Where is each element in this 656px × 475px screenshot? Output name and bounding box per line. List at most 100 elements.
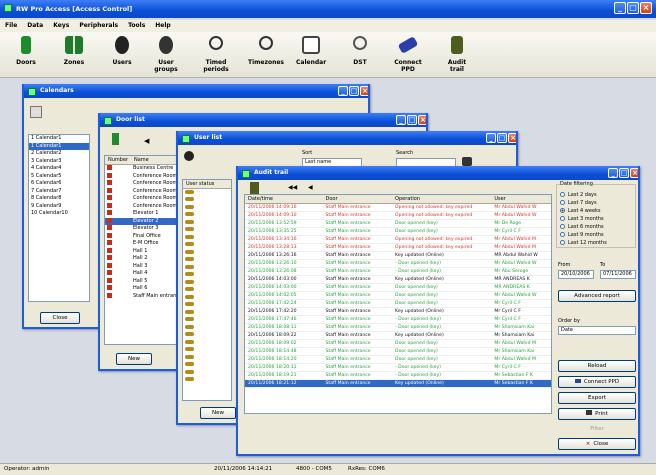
user-row[interactable] <box>183 219 231 227</box>
print-button[interactable]: Print <box>558 408 636 420</box>
audit-row[interactable]: 20/11/2006 14:09:10 Staff Main entrance Op… <box>245 212 551 220</box>
user-row[interactable] <box>183 339 231 347</box>
user-row[interactable] <box>183 212 231 220</box>
user-row[interactable] <box>183 377 231 385</box>
toolbar-audit-trail-button[interactable]: Audit trail <box>440 36 474 73</box>
user-list-maximize-button[interactable]: □ <box>497 133 507 143</box>
door-row[interactable]: Conference Room <box>105 180 177 188</box>
radio-button-icon[interactable] <box>560 200 565 205</box>
door-row[interactable]: Elevator 3 <box>105 225 177 233</box>
to-date-field[interactable]: 07/11/2006 <box>600 270 636 279</box>
user-row[interactable] <box>183 362 231 370</box>
calendar-item[interactable]: 8 Calendar8 <box>29 195 89 203</box>
audit-row[interactable]: 20/11/2006 18:21:12 Staff Main entrance Ke… <box>245 380 551 388</box>
from-date-field[interactable]: 20/10/2006 <box>558 270 594 279</box>
door-row[interactable]: Hall 1 <box>105 247 177 256</box>
menu-data[interactable]: Data <box>22 20 48 29</box>
door-row[interactable]: Conference Room <box>105 195 177 203</box>
audit-toolbar-icon[interactable] <box>250 182 259 194</box>
calendar-item[interactable]: 1 Calendar1 <box>29 135 89 143</box>
date-filter-option[interactable]: Last 3 months <box>560 215 633 223</box>
radio-button-icon[interactable] <box>560 224 565 229</box>
user-row[interactable] <box>183 354 231 362</box>
menu-help[interactable]: Help <box>150 20 175 29</box>
audit-row[interactable]: 20/11/2006 14:09:16 Staff Main entrance Op… <box>245 204 551 212</box>
user-row[interactable] <box>183 197 231 205</box>
toolbar-user-groups-button[interactable]: User groups <box>148 36 184 73</box>
audit-row[interactable]: 20/11/2006 18:20:11 Staff Main entrance - … <box>245 364 551 372</box>
calendar-close-button[interactable]: Close <box>40 312 80 324</box>
toolbar-users-button[interactable]: Users <box>110 36 134 66</box>
calendars-maximize-button[interactable]: □ <box>349 86 359 96</box>
toolbar-doors-button[interactable]: Doors <box>14 36 38 66</box>
user-row[interactable] <box>183 279 231 287</box>
menu-file[interactable]: File <box>0 20 22 29</box>
user-row[interactable] <box>183 309 231 317</box>
toolbar-calendar-button[interactable]: Calendar <box>296 36 326 66</box>
audit-row[interactable]: 20/11/2006 14:03:00 Staff Main entrance Ke… <box>245 276 551 284</box>
col-operation[interactable]: Operation <box>392 195 491 203</box>
radio-button-icon[interactable] <box>560 240 565 245</box>
calendar-item[interactable]: 3 Calendar3 <box>29 158 89 166</box>
date-filter-option[interactable]: Last 2 days <box>560 191 633 199</box>
door-row[interactable]: Hall 4 <box>105 270 177 278</box>
calendars-minimize-button[interactable]: _ <box>338 86 348 96</box>
menu-tools[interactable]: Tools <box>123 20 150 29</box>
door-list-minimize-button[interactable]: _ <box>396 115 406 125</box>
nav-back-icon[interactable]: ◀ <box>308 184 313 191</box>
audit-row[interactable]: 20/11/2006 17:42:24 Staff Main entrance Do… <box>245 300 551 308</box>
toolbar-zones-button[interactable]: Zones <box>62 36 86 66</box>
audit-row[interactable]: 20/11/2006 17:42:20 Staff Main entrance Ke… <box>245 308 551 316</box>
audit-row[interactable]: 20/11/2006 17:47:46 Staff Main entrance - … <box>245 316 551 324</box>
toolbar-timezones-button[interactable]: Timezones <box>248 36 284 66</box>
calendar-item[interactable]: 7 Calendar7 <box>29 188 89 196</box>
audit-row[interactable]: 20/11/2006 13:35:25 Staff Main entrance Do… <box>245 228 551 236</box>
audit-close-window-button[interactable]: × <box>630 168 638 178</box>
door-row[interactable]: Elevator 1 <box>105 210 177 218</box>
radio-button-icon[interactable] <box>560 208 565 213</box>
door-row[interactable]: Final Office <box>105 232 177 241</box>
calendar-item[interactable]: 1 Calendar1 <box>29 142 89 150</box>
door-row[interactable]: Staff Main entrance <box>105 292 177 301</box>
audit-row[interactable]: 20/11/2006 18:14:20 Staff Main entrance Do… <box>245 356 551 364</box>
audit-row[interactable]: 20/11/2006 13:26:10 Staff Main entrance - … <box>245 260 551 268</box>
door-row[interactable]: Conference Room <box>105 172 177 181</box>
calendar-item[interactable]: 10 Calendar10 <box>29 210 89 218</box>
col-datetime[interactable]: Date/time <box>245 195 323 203</box>
order-by-select[interactable]: Date <box>558 326 636 335</box>
toolbar-dst-button[interactable]: DST <box>348 36 372 66</box>
door-new-button[interactable]: New <box>116 353 152 365</box>
door-toolbar-icon[interactable] <box>112 133 119 145</box>
date-filter-option[interactable]: Last 7 days <box>560 199 633 207</box>
user-list-close-window-button[interactable]: × <box>508 133 516 143</box>
door-row[interactable]: Conference Room <box>105 202 177 211</box>
audit-row[interactable]: 20/11/2006 13:34:16 Staff Main entrance Op… <box>245 236 551 244</box>
user-row[interactable] <box>183 317 231 325</box>
radio-button-icon[interactable] <box>560 192 565 197</box>
door-row[interactable]: Hall 5 <box>105 277 177 286</box>
minimize-button[interactable]: _ <box>614 2 626 14</box>
col-door[interactable]: Door <box>323 195 393 203</box>
user-row[interactable] <box>183 189 231 197</box>
door-row[interactable]: Hall 6 <box>105 285 177 293</box>
audit-minimize-button[interactable]: _ <box>608 168 618 178</box>
user-row[interactable] <box>183 324 231 332</box>
toolbar-connect-ppd-button[interactable]: Connect PPD <box>388 36 428 73</box>
calendar-item[interactable]: 4 Calendar4 <box>29 165 89 173</box>
user-new-button[interactable]: New <box>200 407 236 419</box>
door-row[interactable]: E-M Office <box>105 240 177 248</box>
radio-button-icon[interactable] <box>560 216 565 221</box>
audit-row[interactable]: 20/11/2006 18:14:48 Staff Main entrance Do… <box>245 348 551 356</box>
door-list[interactable]: Number Name Business Centre Conference Roo… <box>104 155 178 345</box>
calendar-item[interactable]: 6 Calendar6 <box>29 180 89 188</box>
nav-prev-icon[interactable]: ◀◀ <box>288 184 297 191</box>
export-button[interactable]: Export <box>558 392 636 404</box>
user-row[interactable] <box>183 242 231 250</box>
menu-keys[interactable]: Keys <box>48 20 74 29</box>
date-filter-option[interactable]: Last 12 months <box>560 239 633 247</box>
audit-row[interactable]: 20/11/2006 13:26:16 Staff Main entrance Ke… <box>245 252 551 260</box>
toolbar-timed-periods-button[interactable]: Timed periods <box>196 36 236 73</box>
calendar-list[interactable]: 1 Calendar1 1 Calendar1 2 Calendar2 3 Calen… <box>28 134 90 302</box>
audit-row[interactable]: 20/11/2006 14:03:00 Staff Main entrance Do… <box>245 284 551 292</box>
user-row[interactable] <box>183 302 231 310</box>
